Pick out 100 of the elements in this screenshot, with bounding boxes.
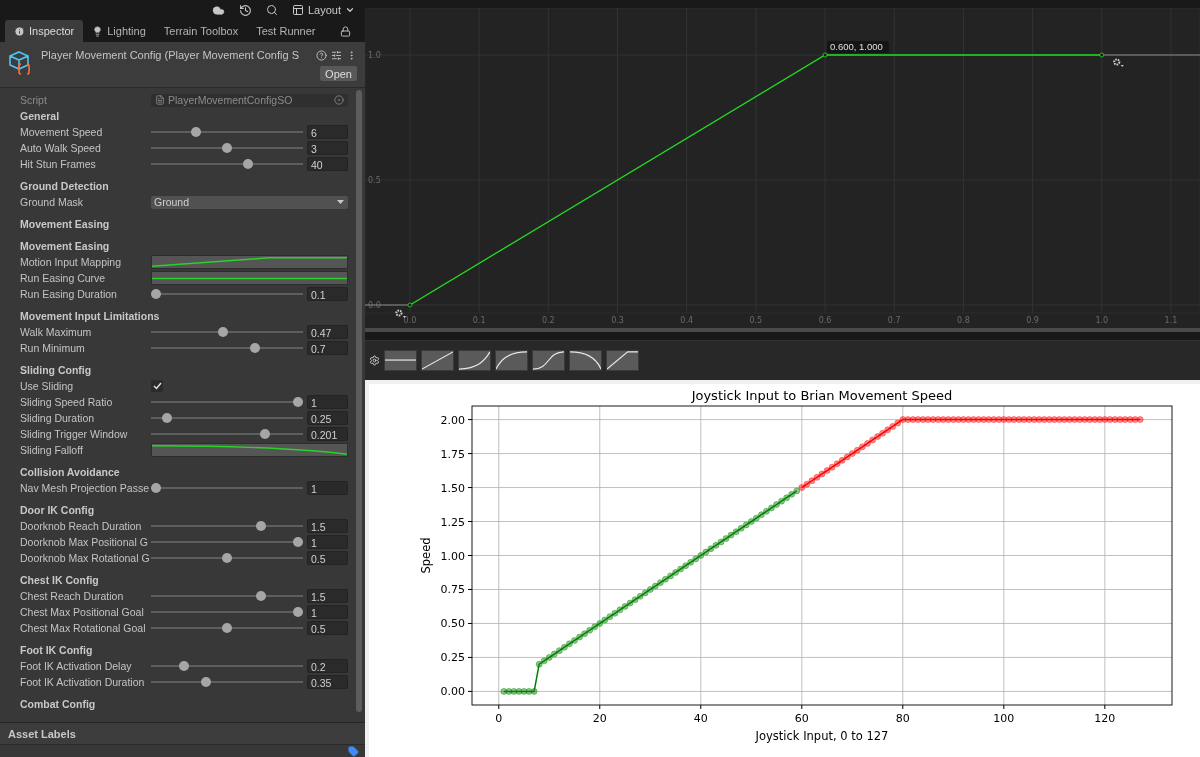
field-label: Doorknob Max Positional G (20, 536, 149, 548)
value-field[interactable]: 0.1 (307, 287, 348, 301)
axis-label: Speed (419, 537, 433, 574)
panel-tab[interactable]: Terrain Toolbox (154, 20, 248, 42)
axis-label: Joystick Input, 0 to 127 (755, 729, 889, 743)
slider-thumb[interactable] (293, 397, 303, 407)
value-field[interactable]: 0.7 (307, 341, 348, 355)
panel-tab[interactable]: Inspector (5, 20, 84, 42)
slider-thumb[interactable] (162, 413, 173, 423)
slider-thumb[interactable] (256, 591, 267, 601)
value-field[interactable]: 1 (307, 605, 348, 619)
value-tooltip: 0.600, 1.000 (827, 41, 890, 53)
script-field[interactable]: PlayerMovementConfigSO (151, 93, 348, 107)
cloud-icon[interactable] (211, 3, 225, 17)
sliders-icon[interactable] (331, 49, 342, 61)
field-label: Run Minimum (20, 342, 86, 354)
slider-thumb[interactable] (260, 429, 271, 439)
tick-label: 20 (592, 712, 607, 725)
slider-thumb[interactable] (190, 127, 201, 137)
gear-icon[interactable] (1113, 58, 1124, 67)
slider-thumb[interactable] (151, 483, 161, 493)
search-icon[interactable] (265, 4, 278, 16)
help-icon[interactable] (316, 49, 327, 61)
tick-label: 1.25 (440, 515, 465, 529)
curve-preset-button[interactable] (458, 350, 491, 371)
slider-thumb[interactable] (256, 521, 267, 531)
lightbulb-icon (92, 25, 104, 37)
field-label: Ground Mask (20, 196, 85, 208)
value-field[interactable]: 0.5 (307, 551, 348, 565)
value-field[interactable]: 0.25 (307, 411, 348, 425)
file-icon (155, 95, 165, 105)
curve-preset-button[interactable] (384, 350, 417, 371)
tick-label: 0.50 (440, 617, 465, 631)
curve-preset-button[interactable] (606, 350, 639, 371)
value-field[interactable]: 1 (307, 395, 348, 409)
field-label: Sliding Duration (20, 412, 96, 424)
slider-thumb[interactable] (243, 159, 254, 169)
tick-label: 1.00 (440, 549, 465, 563)
value-field[interactable]: 3 (307, 141, 348, 155)
slider-thumb[interactable] (293, 607, 303, 617)
settings-icon[interactable] (369, 355, 380, 366)
target-icon[interactable] (334, 95, 344, 105)
tick-label: 0.9 (1026, 316, 1039, 325)
section-header: Movement Easing (19, 239, 111, 254)
curve-preset-button[interactable] (532, 350, 565, 371)
value-field[interactable]: 1 (307, 481, 348, 495)
gear-icon[interactable] (395, 309, 406, 318)
value-field[interactable]: 1.5 (307, 589, 348, 603)
history-icon[interactable] (238, 3, 252, 17)
field-label: Doorknob Max Rotational G (20, 552, 151, 564)
curve-preset-button[interactable] (569, 350, 602, 371)
scrollbar[interactable] (356, 90, 362, 712)
slider-thumb[interactable] (250, 343, 261, 353)
slider-thumb[interactable] (179, 661, 190, 671)
field-label: Chest Max Rotational Goal (20, 622, 147, 634)
curve-field[interactable] (151, 443, 348, 457)
curve-preset-button[interactable] (421, 350, 454, 371)
tick-label: 0.6 (818, 316, 832, 325)
layout-dropdown[interactable]: Layout (291, 4, 355, 16)
field-label: Use Sliding (20, 380, 75, 392)
field-label: Motion Input Mapping (20, 256, 122, 268)
slider-thumb[interactable] (151, 289, 161, 299)
slider-thumb[interactable] (217, 327, 228, 337)
slider-thumb[interactable] (222, 143, 232, 153)
tag-icon[interactable] (348, 746, 359, 757)
slider-thumb[interactable] (222, 553, 232, 563)
open-button[interactable]: Open (320, 66, 357, 81)
curve-field[interactable] (151, 255, 348, 269)
panel-tab[interactable]: Test Runner (247, 20, 325, 42)
value-field[interactable]: 0.201 (307, 427, 348, 441)
tick-label: 60 (794, 712, 809, 725)
section-header: Ground Detection (19, 179, 110, 194)
field-label: Hit Stun Frames (20, 158, 97, 170)
field-label: Run Easing Curve (20, 272, 107, 284)
slider-thumb[interactable] (200, 677, 211, 687)
scrollbar[interactable] (365, 328, 1200, 332)
section-header: General (19, 109, 61, 124)
slider-thumb[interactable] (222, 623, 232, 633)
info-icon (14, 25, 25, 37)
lock-icon[interactable] (340, 25, 351, 37)
section-header: Collision Avoidance (19, 465, 121, 480)
chart-title: Joystick Input to Brian Movement Speed (691, 388, 953, 403)
caret-icon (345, 5, 355, 15)
slider-thumb[interactable] (293, 537, 303, 547)
curve-field[interactable] (151, 271, 348, 285)
dropdown[interactable]: Ground (151, 195, 348, 209)
value-field[interactable]: 0.35 (307, 675, 348, 689)
value-field[interactable]: 0.2 (307, 659, 348, 673)
checkbox[interactable] (151, 380, 163, 392)
annotation: 0.600, 1.000 (830, 41, 883, 52)
value-field[interactable]: 1.5 (307, 519, 348, 533)
tick-label: 0.75 (440, 583, 465, 597)
value-field[interactable]: 1 (307, 535, 348, 549)
tick-label: 0.0 (368, 301, 381, 310)
value-field[interactable]: 0.47 (307, 325, 348, 339)
value-field[interactable]: 6 (307, 125, 348, 139)
curve-preset-button[interactable] (495, 350, 528, 371)
value-field[interactable]: 40 (307, 157, 348, 171)
panel-tab[interactable]: Lighting (83, 20, 155, 42)
value-field[interactable]: 0.5 (307, 621, 348, 635)
